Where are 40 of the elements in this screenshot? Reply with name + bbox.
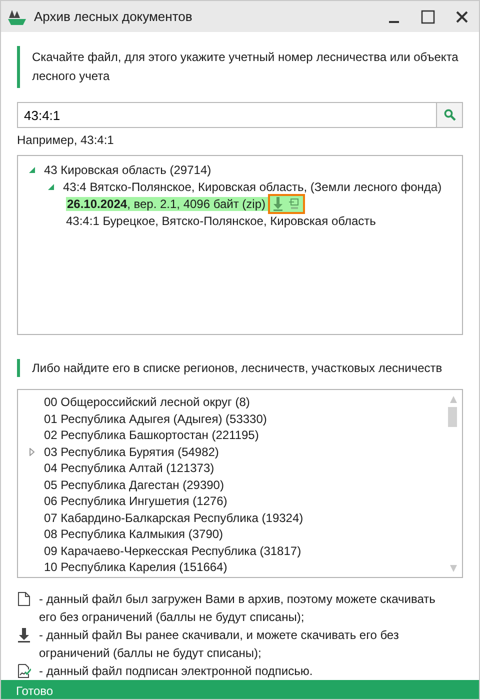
region-item[interactable]: 01 Республика Адыгея (Адыгея) (53330) [44,412,267,426]
region-item[interactable]: 02 Республика Башкортостан (221195) [44,428,259,442]
list-hint-text: Либо найдите его в списке регионов, лесничеств, участковых лесничеств [17,359,463,377]
region-item[interactable]: 04 Республика Алтай (121373) [44,461,214,476]
region-item[interactable]: 07 Кабардино-Балкарская Республика (19324) [44,510,304,525]
document-icon [288,198,300,210]
search-button[interactable] [436,102,463,128]
expander-icon[interactable] [28,448,36,456]
search-field[interactable]: 43:4:1 [17,102,436,128]
signed-document-icon [17,663,31,679]
region-item[interactable]: 09 Карачаево-Черкесская Республика (31817) [44,544,302,558]
region-item[interactable]: 05 Республика Дагестан (29390) [44,478,224,492]
tree-item[interactable]: 43 Кировская область (29714) [44,162,212,176]
forest-logo-icon [8,8,26,24]
legend-text: - данный файл был загружен Вами в архив, поэтому можете скачивать его без ограничений (баллы не будут списаны); [39,591,436,626]
minimize-icon [389,20,399,22]
download-icon [17,627,31,643]
status-bar: Готово [1,680,479,699]
document-icon [17,591,31,607]
region-item[interactable]: 08 Республика Калмыкия (3790) [44,527,224,542]
file-actions[interactable] [268,194,305,214]
close-icon [456,10,468,22]
window-title: Архив лесных документов [34,9,194,24]
maximize-icon [421,10,435,24]
region-item[interactable]: 00 Общероссийский лесной округ (8) [44,395,250,410]
download-icon [272,196,283,210]
expander-icon[interactable] [28,166,36,174]
scrollbar-thumb[interactable] [448,407,457,427]
region-item[interactable]: 03 Республика Бурятия (54982) [44,444,219,459]
file-version[interactable]: 26.10.2024, вер. 2.1, 4096 байт (zip) [66,196,268,210]
region-item[interactable]: 06 Республика Ингушетия (1276) [44,494,228,508]
example-text: Например, 43:4:1 [17,133,115,147]
legend-text: - данный файл подписан электронной подписью. [39,663,314,680]
region-item[interactable]: 10 Республика Карелия (151664) [44,560,228,574]
legend-text: - данный файл Вы ранее скачивали, и можете скачивать его без ограничений (баллы не будут списаны); [39,627,400,662]
tree-item[interactable]: 43:4:1 Бурецкое, Вятско-Полянское, Кировская область [66,214,376,228]
tree-item[interactable]: 43:4 Вятско-Полянское, Кировская область, (Земли лесного фонда) [63,180,442,194]
search-icon [444,109,456,121]
expander-icon[interactable] [47,182,55,190]
instruction-text: Скачайте файл, для этого укажите учетный номер лесничества или объекта лесного учета [17,46,463,88]
